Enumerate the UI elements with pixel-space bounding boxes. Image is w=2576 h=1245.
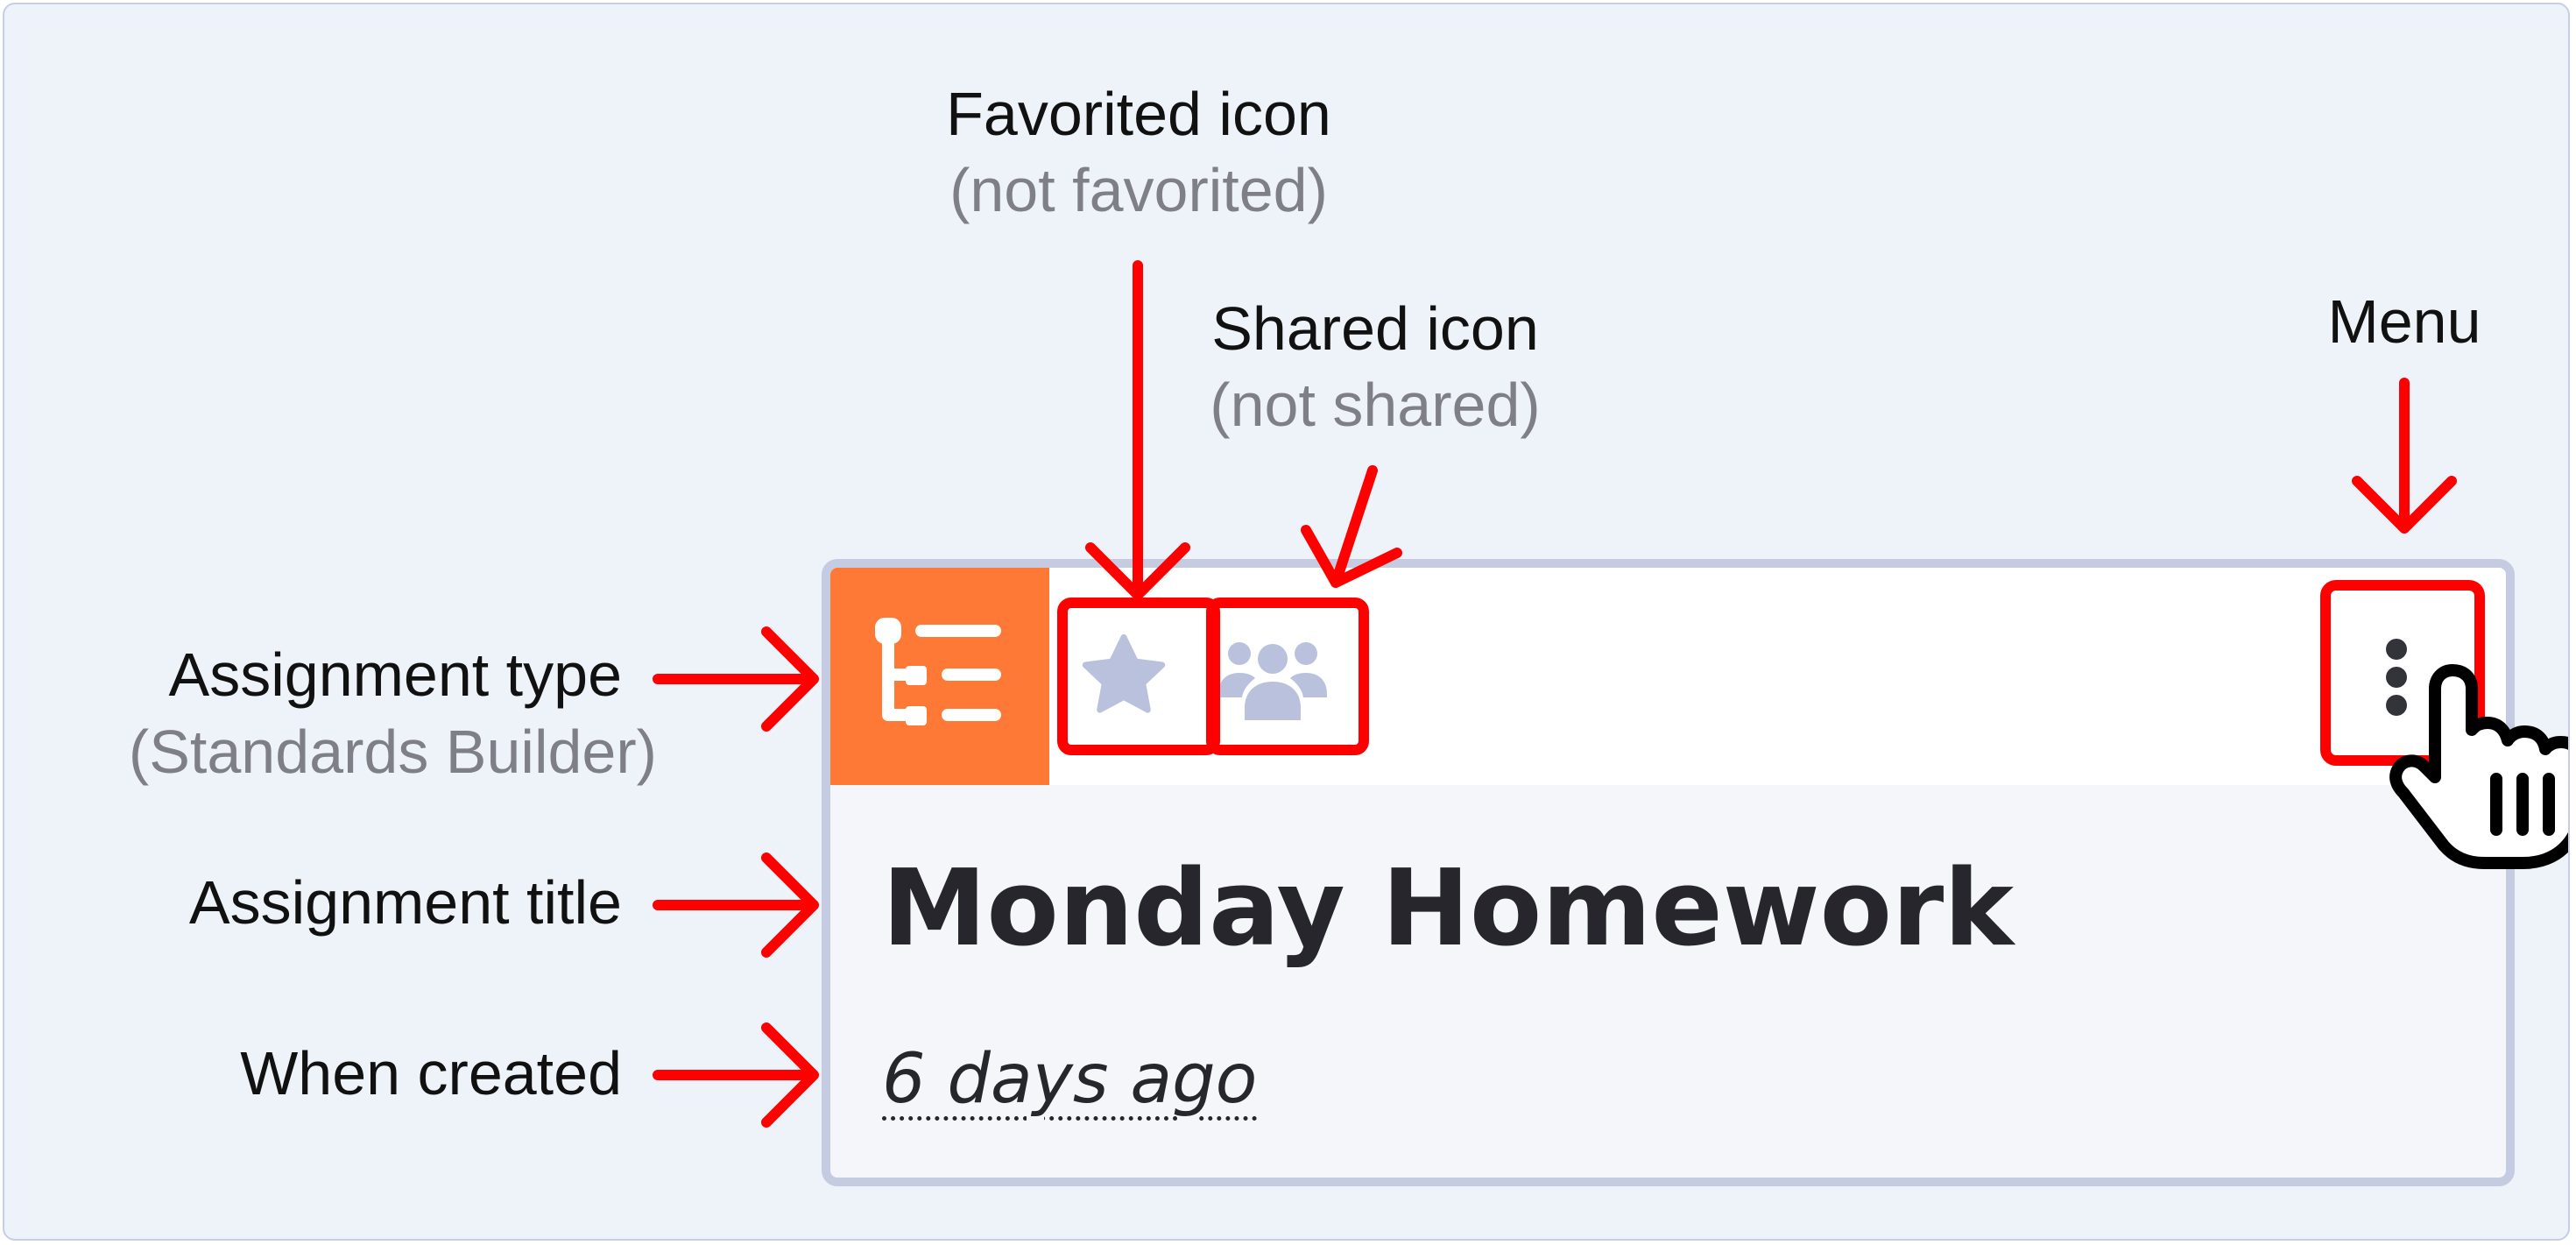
favorited-icon-state: (not favorited) (949, 156, 1328, 224)
assignment-type-label: Assignment type (168, 640, 622, 709)
assignment-type-value: (Standards Builder) (128, 718, 657, 786)
shared-icon-label: Shared icon (1211, 294, 1539, 363)
vertical-ellipsis-icon (2386, 639, 2407, 716)
favorited-icon-label: Favorited icon (946, 80, 1331, 148)
shared-icon-state: (not shared) (1210, 371, 1541, 439)
assignment-title-arrow (653, 852, 819, 958)
when-created-arrow (653, 1022, 819, 1128)
shared-button[interactable] (1216, 620, 1330, 734)
diagram-canvas: Favorited icon (not favorited) Shared ic… (3, 3, 2570, 1241)
assignment-type-arrow (653, 626, 819, 732)
menu-button[interactable] (2326, 594, 2467, 760)
assignment-card[interactable]: Monday Homework 6 days ago (822, 559, 2515, 1186)
people-group-icon (1218, 642, 1327, 720)
standards-builder-icon (875, 618, 1001, 725)
card-header (830, 568, 2506, 785)
assignment-title-label: Assignment title (188, 868, 622, 937)
star-icon (1082, 633, 1166, 713)
assignment-type-tile (830, 568, 1049, 785)
assignment-title[interactable]: Monday Homework (882, 857, 2014, 962)
when-created-label: When created (240, 1039, 622, 1107)
menu-arrow (2352, 378, 2457, 534)
favorite-button[interactable] (1067, 620, 1181, 734)
created-timestamp: 6 days ago (882, 1040, 1258, 1119)
menu-label: Menu (2327, 287, 2481, 356)
